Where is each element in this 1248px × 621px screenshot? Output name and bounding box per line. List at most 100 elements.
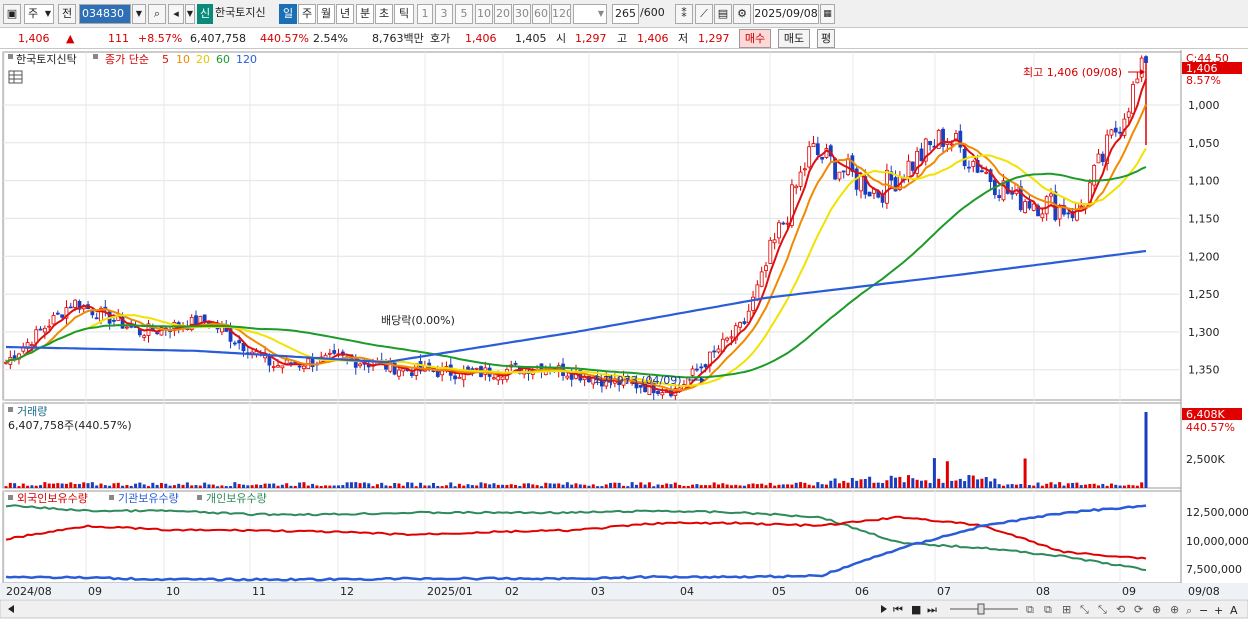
holdings-pane[interactable] [2,490,1182,584]
tool-icon-2[interactable]: ⧉ [1044,603,1052,616]
candle-body [453,375,457,380]
count-input[interactable]: 265 [612,4,639,24]
volume-bar [185,482,189,488]
chevron-down-icon[interactable]: ▼ [132,4,146,24]
chevron-down-icon[interactable]: ▼ [185,4,195,24]
stock-chart[interactable]: 1,350 1,300 1,250 1,200 1,150 1,100 1,050 1,000… [0,50,1248,621]
tool-icon-8[interactable]: ⊕ [1152,603,1161,616]
save-icon[interactable]: ▤ [714,4,732,24]
legend-marker-icon [8,54,13,59]
interval-10[interactable]: 10 [475,4,493,24]
text-size-icon[interactable]: A [1230,604,1238,617]
interval-3[interactable]: 3 [435,4,453,24]
buy-button[interactable]: 매수 [739,29,771,48]
candle-body [1131,84,1135,114]
interval-1[interactable]: 1 [417,4,433,24]
tool-icon-1[interactable]: ⧉ [1026,603,1034,616]
volume-bar [190,485,194,488]
tool-icon-4[interactable]: ⤡ [1080,603,1089,616]
volume-bar [147,486,150,488]
candle-body [716,348,721,353]
volume-bar [535,485,539,488]
chart-scrollbar[interactable] [0,599,1248,619]
volume-bar [527,483,530,488]
x-axis-label: 2025/01 [427,585,473,598]
candle-body [1066,212,1071,215]
volume-bar [267,483,271,488]
volume-bar [954,480,958,488]
amount-value: 8,763백만 [372,32,424,45]
period-second[interactable]: 초 [375,4,393,24]
volume-bar [483,483,487,488]
avg-button[interactable]: 평 [817,29,835,48]
period-tick[interactable]: 틱 [394,4,414,24]
volume-bar [993,478,997,488]
zoom-in-icon[interactable]: + [1214,604,1223,617]
price-y-axis: 1,350 1,300 1,250 1,200 1,150 1,100 1,050 1,000 [1188,99,1220,377]
date-input[interactable]: 2025/09/08 [753,4,819,24]
sell-button[interactable]: 매도 [778,29,810,48]
period-week[interactable]: 주 [298,4,316,24]
candle-body [1096,153,1101,164]
layout-icon[interactable]: ▣ [3,4,21,24]
volume-bar [444,485,448,488]
candle-body [837,171,842,180]
scroll-first-icon[interactable]: ⏮ [893,603,903,616]
interval-custom-input[interactable]: ▼ [573,4,607,24]
candle-body [997,195,1002,198]
tool-icon-7[interactable]: ⟳ [1134,603,1143,616]
volume-bar [1027,485,1031,488]
period-day[interactable]: 일 [279,4,297,24]
volume-bar [108,485,112,488]
stock-code-input[interactable]: 034830 [79,4,131,24]
change-value: 111 [108,32,129,45]
prev-button[interactable]: 전 [58,4,76,24]
candle-body [772,239,777,244]
volume-bar [177,483,181,488]
zoom-out-icon[interactable]: − [1199,604,1208,617]
zoom-fit-icon[interactable]: ⁑ [675,4,693,24]
tool-icon-9[interactable]: ⊕ [1170,603,1179,616]
volume-bar [43,482,47,488]
calendar-icon[interactable]: ▦ [820,4,835,24]
interval-20[interactable]: 20 [494,4,512,24]
market-select[interactable]: 주 ▼ [24,4,54,24]
speaker-icon[interactable]: ◂ [168,4,184,24]
candle-body [656,390,660,394]
volume-bar [501,484,505,488]
interval-5[interactable]: 5 [455,4,473,24]
volume-bar [8,482,12,488]
volume-bar [712,482,716,488]
table-toggle-icon[interactable] [8,70,23,84]
candle-body [565,375,570,379]
volume-bar [755,484,759,488]
volume-bar [419,482,423,488]
chevron-down-icon: ▼ [597,9,604,18]
volume-bar [578,484,582,488]
volume-pane[interactable] [2,402,1182,489]
candle-body [764,265,768,271]
period-month[interactable]: 월 [317,4,335,24]
volume-bar [980,478,984,488]
tool-icon-6[interactable]: ⟲ [1116,603,1125,616]
period-year[interactable]: 년 [336,4,354,24]
zoom-search-icon[interactable]: ⌕ [1186,604,1192,617]
draw-line-icon[interactable]: ⟋ [695,4,713,24]
tool-icon-5[interactable]: ⤡ [1098,603,1107,616]
chart-area[interactable]: 1,350 1,300 1,250 1,200 1,150 1,100 1,050 1,000… [0,50,1248,621]
zoom-slider-handle[interactable] [977,603,985,615]
volume-bar [682,485,686,488]
tool-icon-3[interactable]: ⊞ [1062,603,1071,616]
period-minute[interactable]: 분 [356,4,374,24]
price-pane[interactable] [2,51,1182,401]
legend-ma120: 120 [236,53,257,66]
volume-bar [440,486,444,488]
interval-60[interactable]: 60 [532,4,550,24]
gear-icon[interactable]: ⚙ [733,4,751,24]
interval-30[interactable]: 30 [513,4,531,24]
stop-icon[interactable]: ■ [911,603,921,616]
search-icon[interactable]: ⌕ [148,4,166,24]
volume-bar [276,485,280,488]
scroll-last-icon[interactable]: ⏭ [927,603,937,616]
interval-120[interactable]: 120 [551,4,571,24]
